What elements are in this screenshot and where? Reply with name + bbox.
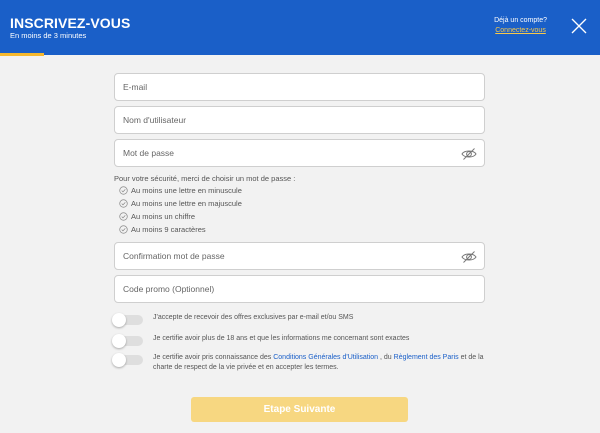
password-rule: Au moins 9 caractères	[119, 223, 206, 235]
eye-slash-icon[interactable]	[461, 249, 477, 265]
header: INSCRIVEZ-VOUS En moins de 3 minutes Déj…	[0, 0, 600, 56]
confirm-password-field-box	[114, 242, 485, 270]
close-icon[interactable]	[570, 17, 588, 35]
offers-consent-row: J'accepte de recevoir des offres exclusi…	[112, 313, 493, 327]
login-link[interactable]: Connectez-vous	[494, 26, 547, 36]
rules-link[interactable]: Règlement des Paris	[394, 354, 459, 361]
terms-link[interactable]: Conditions Générales d'Utilisation	[273, 354, 378, 361]
offers-consent-text: J'accepte de recevoir des offres exclusi…	[153, 314, 354, 321]
terms-consent-text: Je certifie avoir pris connaissance des …	[153, 353, 493, 373]
login-prompt: Déjà un compte? Connectez-vous	[494, 16, 547, 36]
password-rule: Au moins une lettre en majuscule	[119, 197, 242, 209]
age-consent-text: Je certifie avoir plus de 18 ans et que …	[153, 335, 410, 342]
terms-prefix: Je certifie avoir pris connaissance des	[153, 354, 274, 361]
age-consent-row: Je certifie avoir plus de 18 ans et que …	[112, 334, 493, 348]
check-circle-icon	[119, 224, 128, 234]
toggle-knob	[112, 334, 126, 348]
username-field-box	[114, 106, 485, 134]
progress-indicator	[0, 53, 44, 56]
password-rule: Au moins un chiffre	[119, 210, 195, 222]
confirm-password-input[interactable]	[115, 243, 484, 269]
password-rule-text: Au moins 9 caractères	[131, 224, 206, 234]
terms-toggle[interactable]	[112, 353, 143, 367]
promo-code-input[interactable]	[115, 276, 484, 302]
next-step-button[interactable]: Etape Suivante	[191, 397, 408, 422]
page-title: INSCRIVEZ-VOUS	[10, 15, 131, 31]
password-rule-text: Au moins une lettre en majuscule	[131, 198, 242, 208]
toggle-knob	[112, 313, 126, 327]
password-input[interactable]	[115, 140, 484, 166]
age-toggle[interactable]	[112, 334, 143, 348]
username-input[interactable]	[115, 107, 484, 133]
terms-middle: , du	[378, 354, 394, 361]
offers-toggle[interactable]	[112, 313, 143, 327]
eye-slash-icon[interactable]	[461, 146, 477, 162]
page-subtitle: En moins de 3 minutes	[10, 31, 87, 40]
password-rule: Au moins une lettre en minuscule	[119, 184, 242, 196]
password-intro: Pour votre sécurité, merci de choisir un…	[114, 174, 296, 183]
already-account-text: Déjà un compte?	[494, 17, 547, 24]
password-rule-text: Au moins un chiffre	[131, 211, 196, 221]
password-field-box	[114, 139, 485, 167]
promo-code-field-box	[114, 275, 485, 303]
toggle-knob	[112, 353, 126, 367]
password-rule-text: Au moins une lettre en minuscule	[131, 185, 242, 195]
check-circle-icon	[119, 185, 128, 195]
email-field-box	[114, 73, 485, 101]
check-circle-icon	[119, 211, 128, 221]
check-circle-icon	[119, 198, 128, 208]
terms-consent-row: Je certifie avoir pris connaissance des …	[112, 353, 493, 373]
email-input[interactable]	[115, 74, 484, 100]
